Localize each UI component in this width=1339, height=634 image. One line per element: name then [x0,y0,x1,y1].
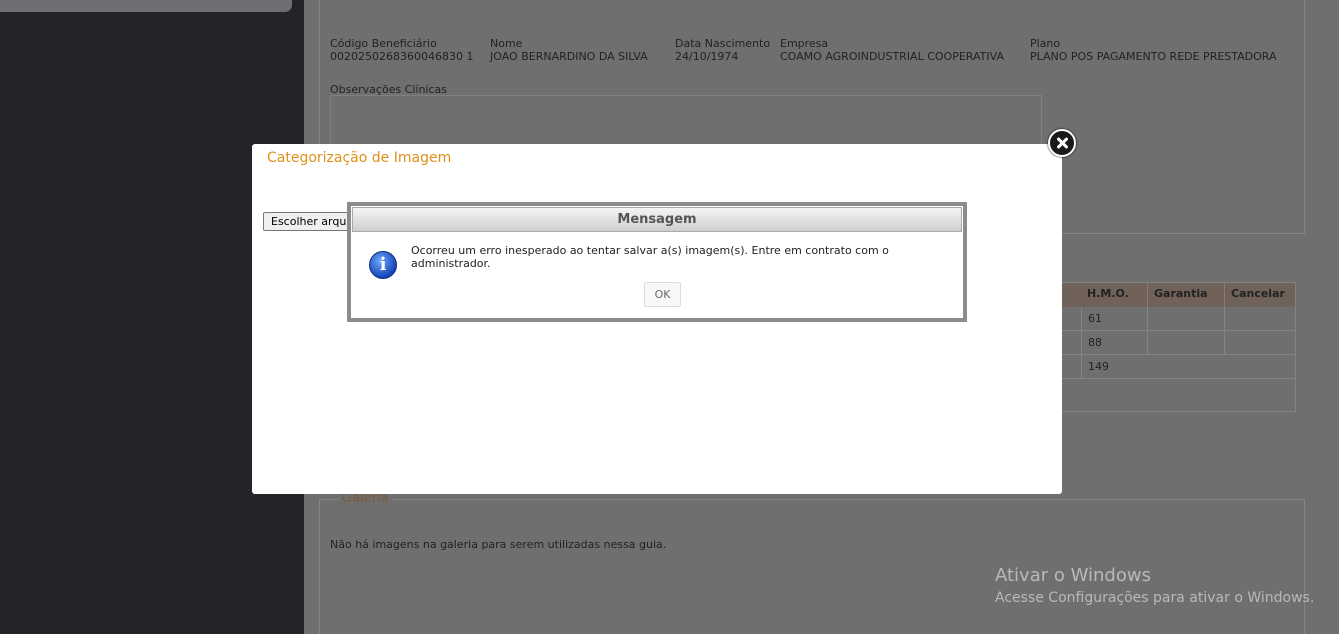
field-value: 24/10/1974 [675,50,739,63]
cell-hmo: 88 [1081,331,1147,354]
field-label: Nome [490,37,523,50]
message-dialog-title: Mensagem [352,207,962,232]
cell-hmo: 149 [1081,355,1147,378]
close-icon[interactable] [1048,129,1076,157]
field-label: Empresa [780,37,829,50]
field-value: PLANO POS PAGAMENTO REDE PRESTADORA [1030,50,1277,63]
column-header-garantia: Garantia [1147,283,1224,307]
field-value: 0020250268360046830 1 [330,50,474,63]
modal-title: Categorização de Imagem [267,150,452,166]
windows-watermark-title: Ativar o Windows [995,565,1151,586]
field-plano: Plano PLANO POS PAGAMENTO REDE PRESTADOR… [1030,37,1277,63]
cell-garantia [1147,307,1224,330]
gallery-empty-text: Não há imagens na galeria para serem uti… [330,538,667,551]
field-label: Data Nascimento [675,37,771,50]
field-nome: Nome JOAO BERNARDINO DA SILVA [490,37,648,63]
windows-watermark-subtitle: Acesse Configurações para ativar o Windo… [995,590,1315,606]
field-data-nascimento: Data Nascimento 24/10/1974 [675,37,770,63]
field-empresa: Empresa COAMO AGROINDUSTRIAL COOPERATIVA [780,37,1004,63]
cell-hmo: 61 [1081,307,1147,330]
field-value: COAMO AGROINDUSTRIAL COOPERATIVA [780,50,1004,63]
field-value: JOAO BERNARDINO DA SILVA [490,50,648,63]
field-label: Plano [1030,37,1061,50]
field-codigo-beneficiario: Código Beneficiário 0020250268360046830 … [330,37,473,63]
column-header-hmo: H.M.O. [1087,287,1129,300]
column-header-cancelar: Cancelar [1224,283,1297,307]
message-text: Ocorreu um erro inesperado ao tentar sal… [411,244,889,270]
observations-textarea[interactable] [330,95,1042,145]
gallery-box [319,499,1305,634]
ok-button[interactable]: OK [644,282,681,307]
message-dialog: Mensagem i Ocorreu um erro inesperado ao… [347,202,967,322]
field-label: Código Beneficiário [330,37,437,50]
cell-cancelar[interactable] [1224,331,1297,354]
info-icon: i [369,251,397,279]
cell-garantia [1147,331,1224,354]
cell-cancelar[interactable] [1224,307,1297,330]
left-card [0,0,292,12]
